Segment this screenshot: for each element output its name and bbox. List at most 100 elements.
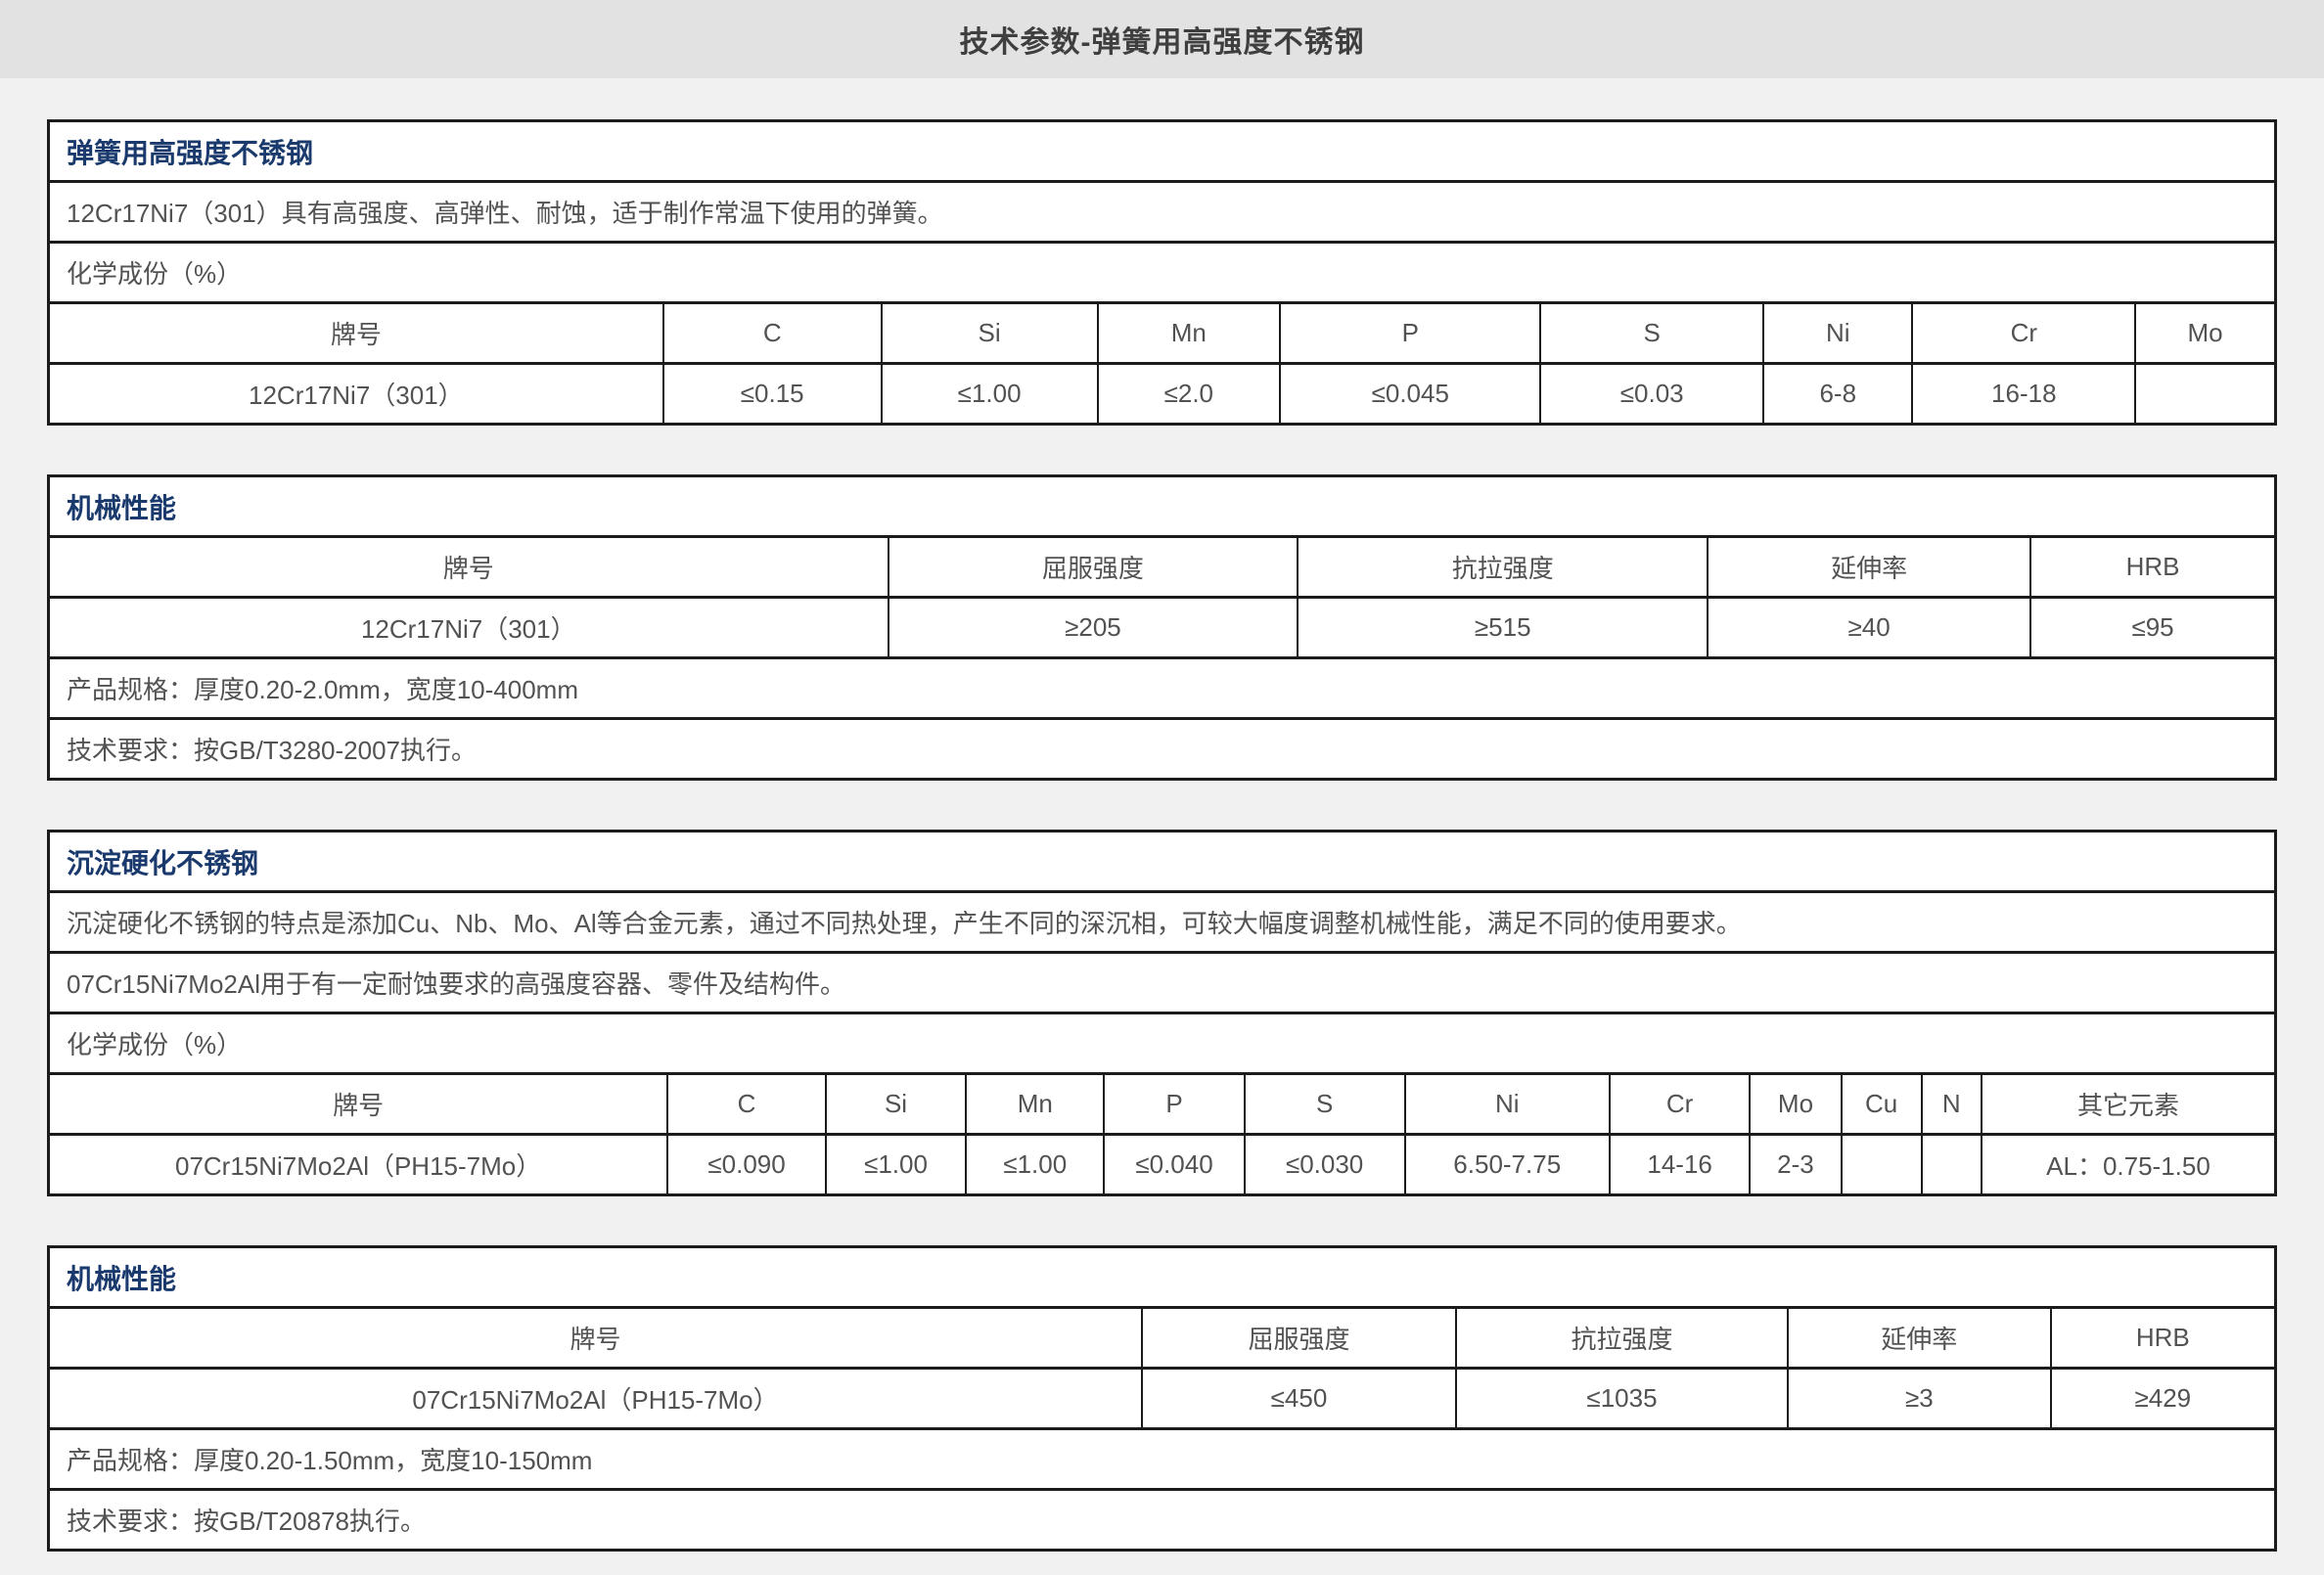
sections-container: 弹簧用高强度不锈钢12Cr17Ni7（301）具有高强度、高弹性、耐蚀，适于制作… <box>47 119 2277 1552</box>
table-cell: 14-16 <box>1610 1135 1750 1195</box>
column-header-cell: 牌号 <box>49 537 889 598</box>
page-title: 技术参数-弹簧用高强度不锈钢 <box>960 18 1365 61</box>
section-text: 技术要求：按GB/T20878执行。 <box>49 1490 2276 1551</box>
page-header: 技术参数-弹簧用高强度不锈钢 <box>0 0 2324 78</box>
section-text-row: 07Cr15Ni7Mo2Al用于有一定耐蚀要求的高强度容器、零件及结构件。 <box>49 953 2276 1013</box>
table-cell: ≤0.030 <box>1245 1135 1405 1195</box>
column-header-row: 牌号屈服强度抗拉强度延伸率HRB <box>49 1308 2276 1369</box>
table-row: 12Cr17Ni7（301）≤0.15≤1.00≤2.0≤0.045≤0.036… <box>49 364 2276 425</box>
column-header-cell: HRB <box>2051 1308 2276 1369</box>
column-header-cell: C <box>663 303 882 364</box>
column-header-cell: P <box>1280 303 1540 364</box>
column-header-cell: 抗拉强度 <box>1456 1308 1788 1369</box>
section-heading: 沉淀硬化不锈钢 <box>49 832 2276 892</box>
section-heading-row: 弹簧用高强度不锈钢 <box>49 121 2276 182</box>
section-table: 机械性能牌号屈服强度抗拉强度延伸率HRB12Cr17Ni7（301）≥205≥5… <box>47 474 2277 781</box>
column-header-cell: 牌号 <box>49 303 663 364</box>
table-cell: 07Cr15Ni7Mo2Al（PH15-7Mo） <box>49 1369 1143 1429</box>
table-cell: 16-18 <box>1912 364 2135 425</box>
column-header-cell: Cr <box>1912 303 2135 364</box>
section-text-row: 沉淀硬化不锈钢的特点是添加Cu、Nb、Mo、Al等合金元素，通过不同热处理，产生… <box>49 892 2276 953</box>
column-header-cell: Mo <box>1750 1074 1841 1135</box>
section-text-row: 产品规格：厚度0.20-2.0mm，宽度10-400mm <box>49 658 2276 719</box>
column-header-cell: Si <box>882 303 1098 364</box>
table-cell: ≤1.00 <box>966 1135 1104 1195</box>
column-header-cell: 延伸率 <box>1788 1308 2051 1369</box>
column-header-cell: S <box>1540 303 1763 364</box>
section-heading: 弹簧用高强度不锈钢 <box>49 121 2276 182</box>
table-cell: 2-3 <box>1750 1135 1841 1195</box>
table-cell: ≤1035 <box>1456 1369 1788 1429</box>
section-text-row: 12Cr17Ni7（301）具有高强度、高弹性、耐蚀，适于制作常温下使用的弹簧。 <box>49 182 2276 243</box>
table-row: 07Cr15Ni7Mo2Al（PH15-7Mo）≤0.090≤1.00≤1.00… <box>49 1135 2276 1195</box>
section-heading-row: 机械性能 <box>49 1247 2276 1308</box>
table-cell: 6.50-7.75 <box>1405 1135 1610 1195</box>
column-header-cell: P <box>1104 1074 1244 1135</box>
column-header-cell: Ni <box>1405 1074 1610 1135</box>
table-cell: ≥205 <box>889 598 1299 658</box>
column-header-cell: C <box>667 1074 826 1135</box>
section-text: 沉淀硬化不锈钢的特点是添加Cu、Nb、Mo、Al等合金元素，通过不同热处理，产生… <box>49 892 2276 953</box>
section-text: 技术要求：按GB/T3280-2007执行。 <box>49 719 2276 780</box>
section-heading-row: 机械性能 <box>49 476 2276 537</box>
column-header-cell: Ni <box>1763 303 1912 364</box>
column-header-cell: Cu <box>1842 1074 1922 1135</box>
section-text: 化学成份（%） <box>49 1013 2276 1074</box>
column-header-cell: 牌号 <box>49 1074 668 1135</box>
column-header-cell: Mo <box>2135 303 2275 364</box>
section-text: 12Cr17Ni7（301）具有高强度、高弹性、耐蚀，适于制作常温下使用的弹簧。 <box>49 182 2276 243</box>
section-text-row: 产品规格：厚度0.20-1.50mm，宽度10-150mm <box>49 1429 2276 1490</box>
table-cell: 07Cr15Ni7Mo2Al（PH15-7Mo） <box>49 1135 668 1195</box>
table-cell <box>2135 364 2275 425</box>
table-cell: ≤450 <box>1142 1369 1456 1429</box>
table-cell: ≤0.045 <box>1280 364 1540 425</box>
table-cell: ≥3 <box>1788 1369 2051 1429</box>
column-header-cell: 其它元素 <box>1982 1074 2276 1135</box>
section-text: 产品规格：厚度0.20-1.50mm，宽度10-150mm <box>49 1429 2276 1490</box>
table-cell: ≤0.15 <box>663 364 882 425</box>
section-table: 机械性能牌号屈服强度抗拉强度延伸率HRB07Cr15Ni7Mo2Al（PH15-… <box>47 1245 2277 1552</box>
column-header-cell: 抗拉强度 <box>1298 537 1708 598</box>
column-header-cell: Mn <box>1098 303 1281 364</box>
section-text-row: 技术要求：按GB/T3280-2007执行。 <box>49 719 2276 780</box>
content: 弹簧用高强度不锈钢12Cr17Ni7（301）具有高强度、高弹性、耐蚀，适于制作… <box>0 78 2324 1575</box>
table-cell: ≤2.0 <box>1098 364 1281 425</box>
table-cell: ≤0.040 <box>1104 1135 1244 1195</box>
column-header-cell: Cr <box>1610 1074 1750 1135</box>
column-header-cell: Mn <box>966 1074 1104 1135</box>
table-cell: ≥429 <box>2051 1369 2276 1429</box>
section-text: 化学成份（%） <box>49 243 2276 303</box>
column-header-cell: 牌号 <box>49 1308 1143 1369</box>
table-cell: 6-8 <box>1763 364 1912 425</box>
column-header-cell: N <box>1922 1074 1982 1135</box>
section-text-row: 化学成份（%） <box>49 243 2276 303</box>
column-header-cell: HRB <box>2030 537 2275 598</box>
section-text: 产品规格：厚度0.20-2.0mm，宽度10-400mm <box>49 658 2276 719</box>
column-header-cell: 屈服强度 <box>889 537 1299 598</box>
table-cell <box>1842 1135 1922 1195</box>
table-cell: ≤95 <box>2030 598 2275 658</box>
table-cell: ≤1.00 <box>882 364 1098 425</box>
section-table: 弹簧用高强度不锈钢12Cr17Ni7（301）具有高强度、高弹性、耐蚀，适于制作… <box>47 119 2277 426</box>
table-cell: ≤1.00 <box>826 1135 966 1195</box>
table-cell <box>1922 1135 1982 1195</box>
table-cell: 12Cr17Ni7（301） <box>49 598 889 658</box>
table-cell: AL：0.75-1.50 <box>1982 1135 2276 1195</box>
section-text-row: 技术要求：按GB/T20878执行。 <box>49 1490 2276 1551</box>
section-table: 沉淀硬化不锈钢沉淀硬化不锈钢的特点是添加Cu、Nb、Mo、Al等合金元素，通过不… <box>47 830 2277 1196</box>
column-header-cell: Si <box>826 1074 966 1135</box>
table-cell: 12Cr17Ni7（301） <box>49 364 663 425</box>
column-header-cell: S <box>1245 1074 1405 1135</box>
table-cell: ≥40 <box>1708 598 2030 658</box>
table-row: 07Cr15Ni7Mo2Al（PH15-7Mo）≤450≤1035≥3≥429 <box>49 1369 2276 1429</box>
column-header-row: 牌号屈服强度抗拉强度延伸率HRB <box>49 537 2276 598</box>
table-cell: ≥515 <box>1298 598 1708 658</box>
section-heading: 机械性能 <box>49 1247 2276 1308</box>
column-header-row: 牌号CSiMnPSNiCrMo <box>49 303 2276 364</box>
column-header-cell: 延伸率 <box>1708 537 2030 598</box>
table-cell: ≤0.03 <box>1540 364 1763 425</box>
column-header-row: 牌号CSiMnPSNiCrMoCuN其它元素 <box>49 1074 2276 1135</box>
section-text: 07Cr15Ni7Mo2Al用于有一定耐蚀要求的高强度容器、零件及结构件。 <box>49 953 2276 1013</box>
table-row: 12Cr17Ni7（301）≥205≥515≥40≤95 <box>49 598 2276 658</box>
table-cell: ≤0.090 <box>667 1135 826 1195</box>
